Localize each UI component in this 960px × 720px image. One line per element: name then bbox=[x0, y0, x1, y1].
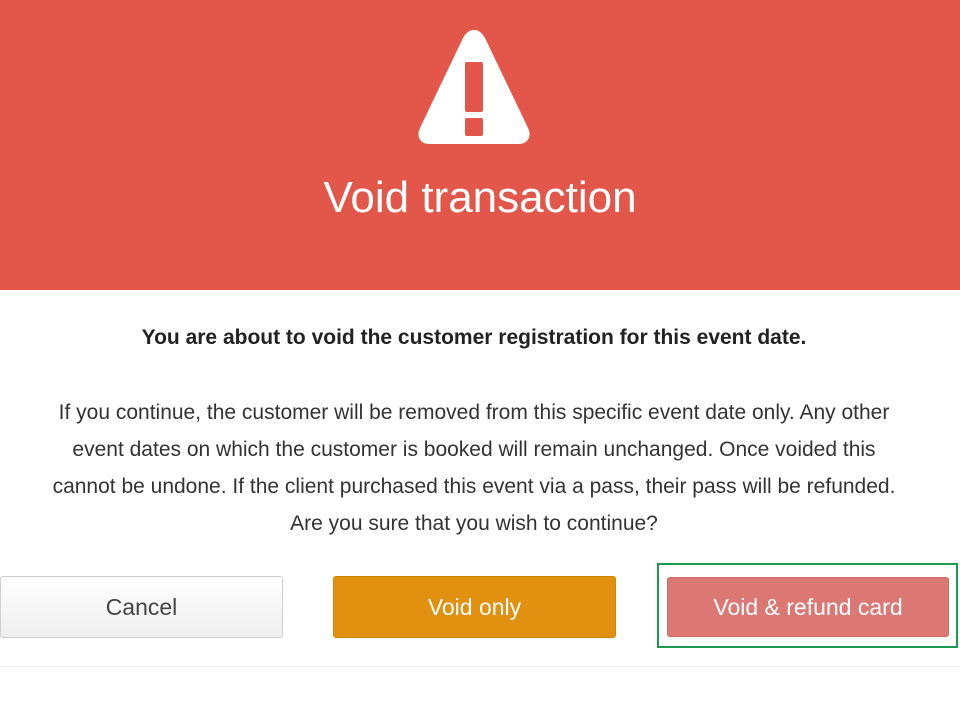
body-line: event dates on which the customer is boo… bbox=[72, 438, 876, 461]
cancel-button[interactable]: Cancel bbox=[0, 576, 283, 638]
dialog-lead-text: You are about to void the customer regis… bbox=[141, 326, 807, 349]
body-line: If you continue, the customer will be re… bbox=[58, 401, 890, 424]
body-line: Are you sure that you wish to continue? bbox=[290, 512, 658, 535]
void-transaction-dialog: Void transaction You are about to void t… bbox=[0, 0, 960, 720]
body-line: cannot be undone. If the client purchase… bbox=[52, 475, 896, 498]
footer-divider bbox=[0, 666, 960, 667]
void-refund-card-button[interactable]: Void & refund card bbox=[667, 577, 949, 637]
dialog-header: Void transaction bbox=[0, 0, 960, 290]
dialog-title: Void transaction bbox=[323, 173, 637, 222]
dialog-body-text: If you continue, the customer will be re… bbox=[0, 394, 948, 542]
void-only-button[interactable]: Void only bbox=[333, 576, 616, 638]
warning-triangle-icon bbox=[418, 30, 530, 144]
